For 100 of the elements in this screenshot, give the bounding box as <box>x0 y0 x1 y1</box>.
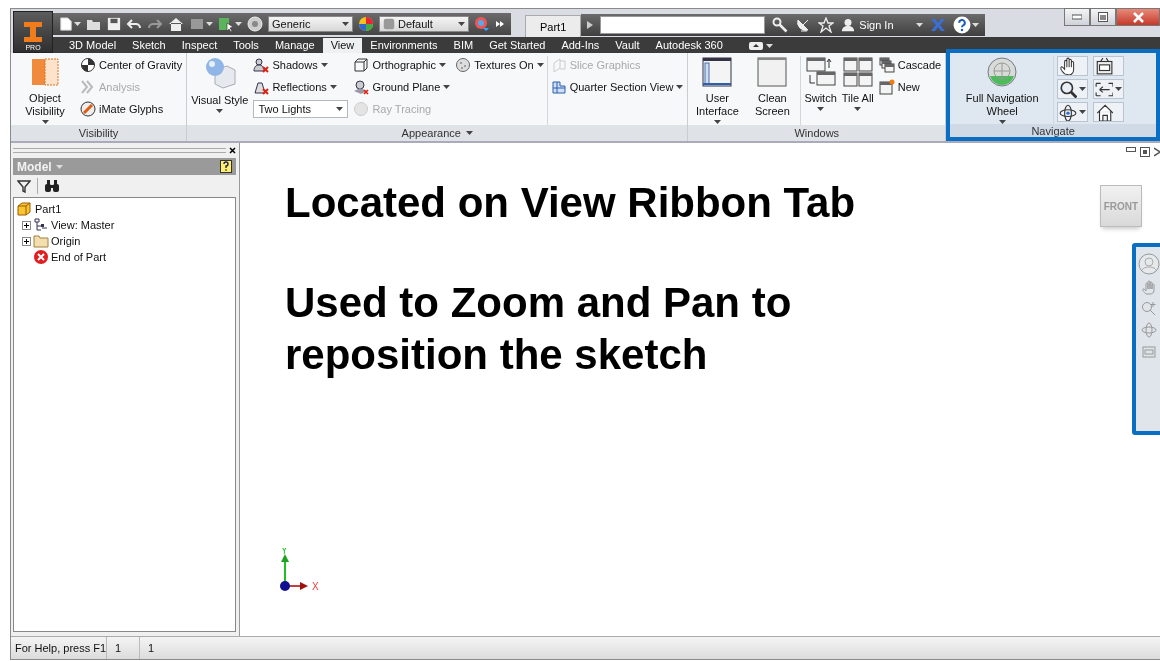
save-icon <box>107 16 121 32</box>
ribbon-tab[interactable]: View <box>322 38 363 53</box>
minimize-icon <box>1126 147 1136 153</box>
view-rep-icon <box>33 217 49 233</box>
status-field: 1 <box>139 637 173 659</box>
select-button[interactable] <box>218 16 242 32</box>
ribbon-button[interactable]: Ground Plane <box>353 78 451 96</box>
ribbon-tab[interactable]: Vault <box>607 38 648 53</box>
ribbon-button[interactable]: Clean Screen <box>747 56 798 118</box>
caret-icon <box>235 22 242 26</box>
appearance-swatch-icon <box>383 18 395 30</box>
ribbon-tab[interactable]: Tools <box>225 38 267 53</box>
caret-icon <box>439 63 446 67</box>
home-icon <box>1095 103 1114 121</box>
navigate-button[interactable] <box>1057 102 1089 122</box>
material-dropdown[interactable]: Generic <box>268 16 353 32</box>
filter-button[interactable] <box>17 179 31 193</box>
ribbon-button[interactable]: Cascade <box>878 56 942 74</box>
more-button[interactable] <box>495 19 505 29</box>
navigate-button[interactable] <box>1093 102 1125 122</box>
appearance-dropdown[interactable]: Default <box>379 16 469 32</box>
caret-icon <box>216 109 224 113</box>
minimize-button[interactable] <box>1064 8 1090 26</box>
caret-icon <box>458 22 465 26</box>
arrows-bracket-icon <box>1095 80 1114 98</box>
navigate-button[interactable] <box>1057 56 1089 76</box>
ribbon-button[interactable]: User Interface <box>692 56 743 124</box>
navigate-button[interactable] <box>1093 79 1125 99</box>
app-logo-icon <box>21 20 45 44</box>
ribbon-tab[interactable]: 3D Model <box>61 38 125 53</box>
ribbon-button[interactable]: Object Visibility <box>15 56 75 124</box>
ribbon-button[interactable]: Visual Style <box>191 56 249 113</box>
ribbon-button[interactable]: Center of Gravity <box>80 56 183 74</box>
new-button[interactable] <box>59 16 81 32</box>
ribbon-display-button[interactable] <box>748 42 773 53</box>
restore-icon <box>1140 147 1150 157</box>
ground-plane-icon <box>353 79 370 95</box>
document-tab[interactable]: Part1 <box>525 15 582 37</box>
caret-icon <box>443 85 451 89</box>
caret-icon <box>55 164 63 169</box>
ribbon-tab[interactable]: Add-Ins <box>553 38 608 53</box>
caret-icon <box>336 107 344 111</box>
cursor-box-icon <box>218 16 234 32</box>
ribbon-tab[interactable]: Get Started <box>481 38 554 53</box>
object-visibility-icon <box>29 56 61 88</box>
caret-icon <box>765 44 773 48</box>
caret-icon <box>320 63 328 67</box>
orbit-icon <box>1059 103 1078 121</box>
ribbon-button[interactable]: Quarter Section View <box>550 78 684 96</box>
ribbon-button[interactable]: Full Navigation Wheel <box>954 56 1051 124</box>
sign-in-button[interactable]: Sign In <box>841 17 894 33</box>
home-button[interactable] <box>168 16 184 32</box>
ribbon-button[interactable]: Orthographic <box>353 56 451 74</box>
glyph-icon <box>80 101 96 117</box>
help-button[interactable] <box>220 159 232 174</box>
filter-icon <box>17 179 31 193</box>
tree-item[interactable]: View: Master <box>51 219 115 231</box>
ribbon-button[interactable]: iMate Glyphs <box>80 100 183 118</box>
ribbon-button[interactable]: New <box>878 78 942 96</box>
caret-icon <box>536 63 544 67</box>
ribbon-button[interactable]: Switch <box>804 56 837 111</box>
chevrons-icon <box>80 79 96 95</box>
ribbon-tab[interactable]: Autodesk 360 <box>647 38 731 53</box>
save-button[interactable] <box>107 16 121 32</box>
help-icon <box>220 159 232 174</box>
switch-windows-icon <box>804 56 837 88</box>
ribbon-tab[interactable]: Sketch <box>124 38 174 53</box>
caret-icon <box>854 107 862 111</box>
navigate-button[interactable] <box>1093 56 1125 76</box>
tree-item[interactable]: Origin <box>51 235 81 247</box>
ribbon-tab[interactable]: Inspect <box>173 38 226 53</box>
ribbon-tab[interactable]: Environments <box>362 38 446 53</box>
material-sphere-icon <box>247 16 263 32</box>
tree-item[interactable]: End of Part <box>51 251 107 263</box>
status-field: 1 <box>106 637 140 659</box>
ribbon-button[interactable]: Textures On <box>455 56 544 74</box>
adjust-button[interactable] <box>474 16 490 32</box>
folder-icon <box>33 233 49 249</box>
update-button[interactable] <box>189 16 213 32</box>
lighting-dropdown[interactable]: Two Lights <box>253 100 349 118</box>
search-field[interactable] <box>600 16 766 34</box>
ribbon-button[interactable]: Tile All <box>841 56 874 111</box>
window-icon <box>701 56 734 88</box>
maximize-button[interactable] <box>1090 8 1116 26</box>
navigate-button[interactable] <box>1057 79 1089 99</box>
caret-icon <box>1079 87 1087 91</box>
caret-icon <box>465 131 473 135</box>
help-button[interactable] <box>953 16 980 34</box>
caret-icon <box>916 23 924 27</box>
window-icon <box>756 56 789 88</box>
ribbon-tab[interactable]: BIM <box>445 38 482 53</box>
ribbon-tab[interactable]: Manage <box>266 38 323 53</box>
caret-icon <box>1079 110 1087 114</box>
ribbon-button[interactable]: Shadows <box>253 56 349 74</box>
zoom-icon <box>1141 301 1157 317</box>
favorites-button[interactable] <box>818 17 835 33</box>
find-button[interactable] <box>44 179 60 193</box>
cube-outline-icon <box>353 57 370 73</box>
tree-item[interactable]: Part1 <box>35 203 62 215</box>
ribbon-button[interactable]: Reflections <box>253 78 349 96</box>
